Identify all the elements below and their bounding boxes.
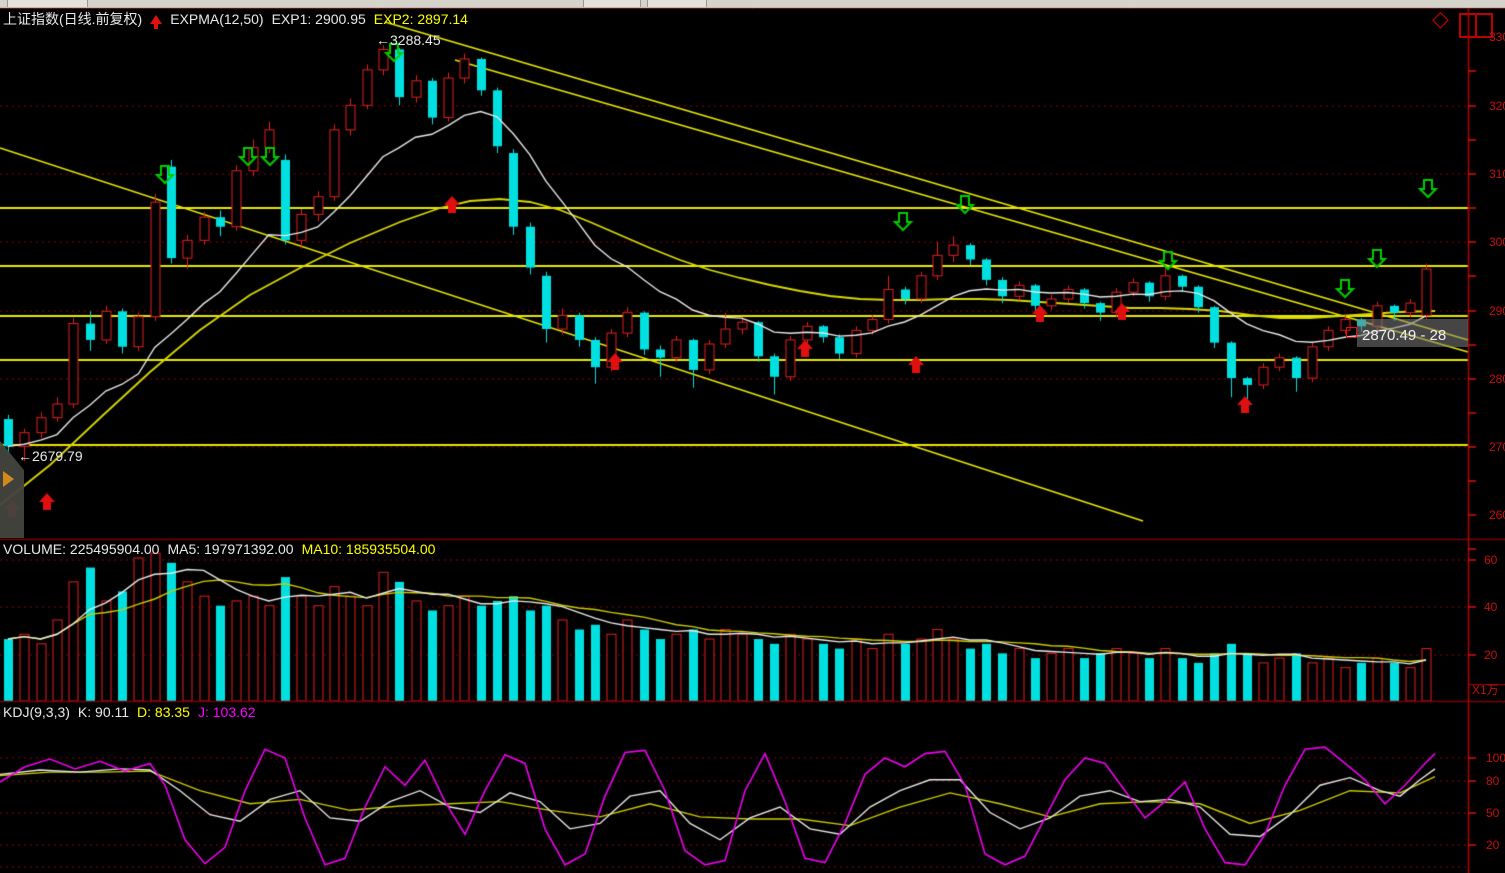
kdj-d-value: D: 83.35 [137,704,190,720]
measure-tool-label[interactable]: 2870.49 - 28 [1357,319,1468,347]
trading-app-window: 上证指数(日线.前复权) EXPMA(12,50) EXP1: 2900.95 … [0,0,1505,873]
volume-axis-label: 20 [1484,648,1497,662]
kdj-axis-label: 50 [1486,806,1499,820]
exp2-value: EXP2: 2897.14 [374,11,468,27]
measure-text: 2870.49 - 28 [1362,327,1446,344]
price-axis-label: 2900 [1489,304,1505,318]
high-price-annotation: ←3288.45 [376,32,441,48]
up-arrow-icon [150,15,162,24]
volume-header: VOLUME: 225495904.00 MA5: 197971392.00 M… [3,540,435,558]
kdj-header: KDJ(9,3,3) K: 90.11 D: 83.35 J: 103.62 [3,703,256,721]
price-axis-label: 2800 [1489,372,1505,386]
kdj-k-value: K: 90.11 [78,704,129,720]
price-axis-label: 3300 [1489,30,1505,44]
symbol-title: 上证指数(日线.前复权) [3,9,142,29]
kdj-axis-label: 80 [1486,774,1499,788]
price-axis-label: 2600 [1489,508,1505,522]
volume-axis-unit: X1万 [1472,681,1499,698]
diamond-icon[interactable]: ◇ [1432,6,1449,32]
price-axis-label: 3100 [1489,167,1505,181]
indicator-name[interactable]: EXPMA(12,50) [170,11,263,27]
price-axis-label: 3000 [1489,235,1505,249]
price-axis-label: 2700 [1489,440,1505,454]
volume-axis-label: 60 [1484,553,1497,567]
measure-handle[interactable] [1346,327,1357,338]
volume-value: VOLUME: 225495904.00 [3,541,159,557]
kdj-name[interactable]: KDJ(9,3,3) [3,704,70,720]
volume-axis-label: 40 [1484,600,1497,614]
chart-canvas[interactable] [0,0,1505,873]
split-line [1475,15,1477,36]
price-axis-label: 3200 [1489,99,1505,113]
kdj-axis-label: 20 [1486,838,1499,852]
main-chart-header: 上证指数(日线.前复权) EXPMA(12,50) EXP1: 2900.95 … [3,10,468,28]
kdj-axis-label: 100 [1486,751,1505,765]
expand-panel-arrow-icon[interactable] [3,471,14,487]
low-price-annotation: ←2679.79 [18,448,83,464]
volume-ma5-value: MA5: 197971392.00 [167,541,293,557]
exp1-value: EXP1: 2900.95 [272,11,366,27]
split-window-icon[interactable] [1459,13,1493,38]
kdj-j-value: J: 103.62 [198,704,256,720]
volume-ma10-value: MA10: 185935504.00 [302,541,436,557]
